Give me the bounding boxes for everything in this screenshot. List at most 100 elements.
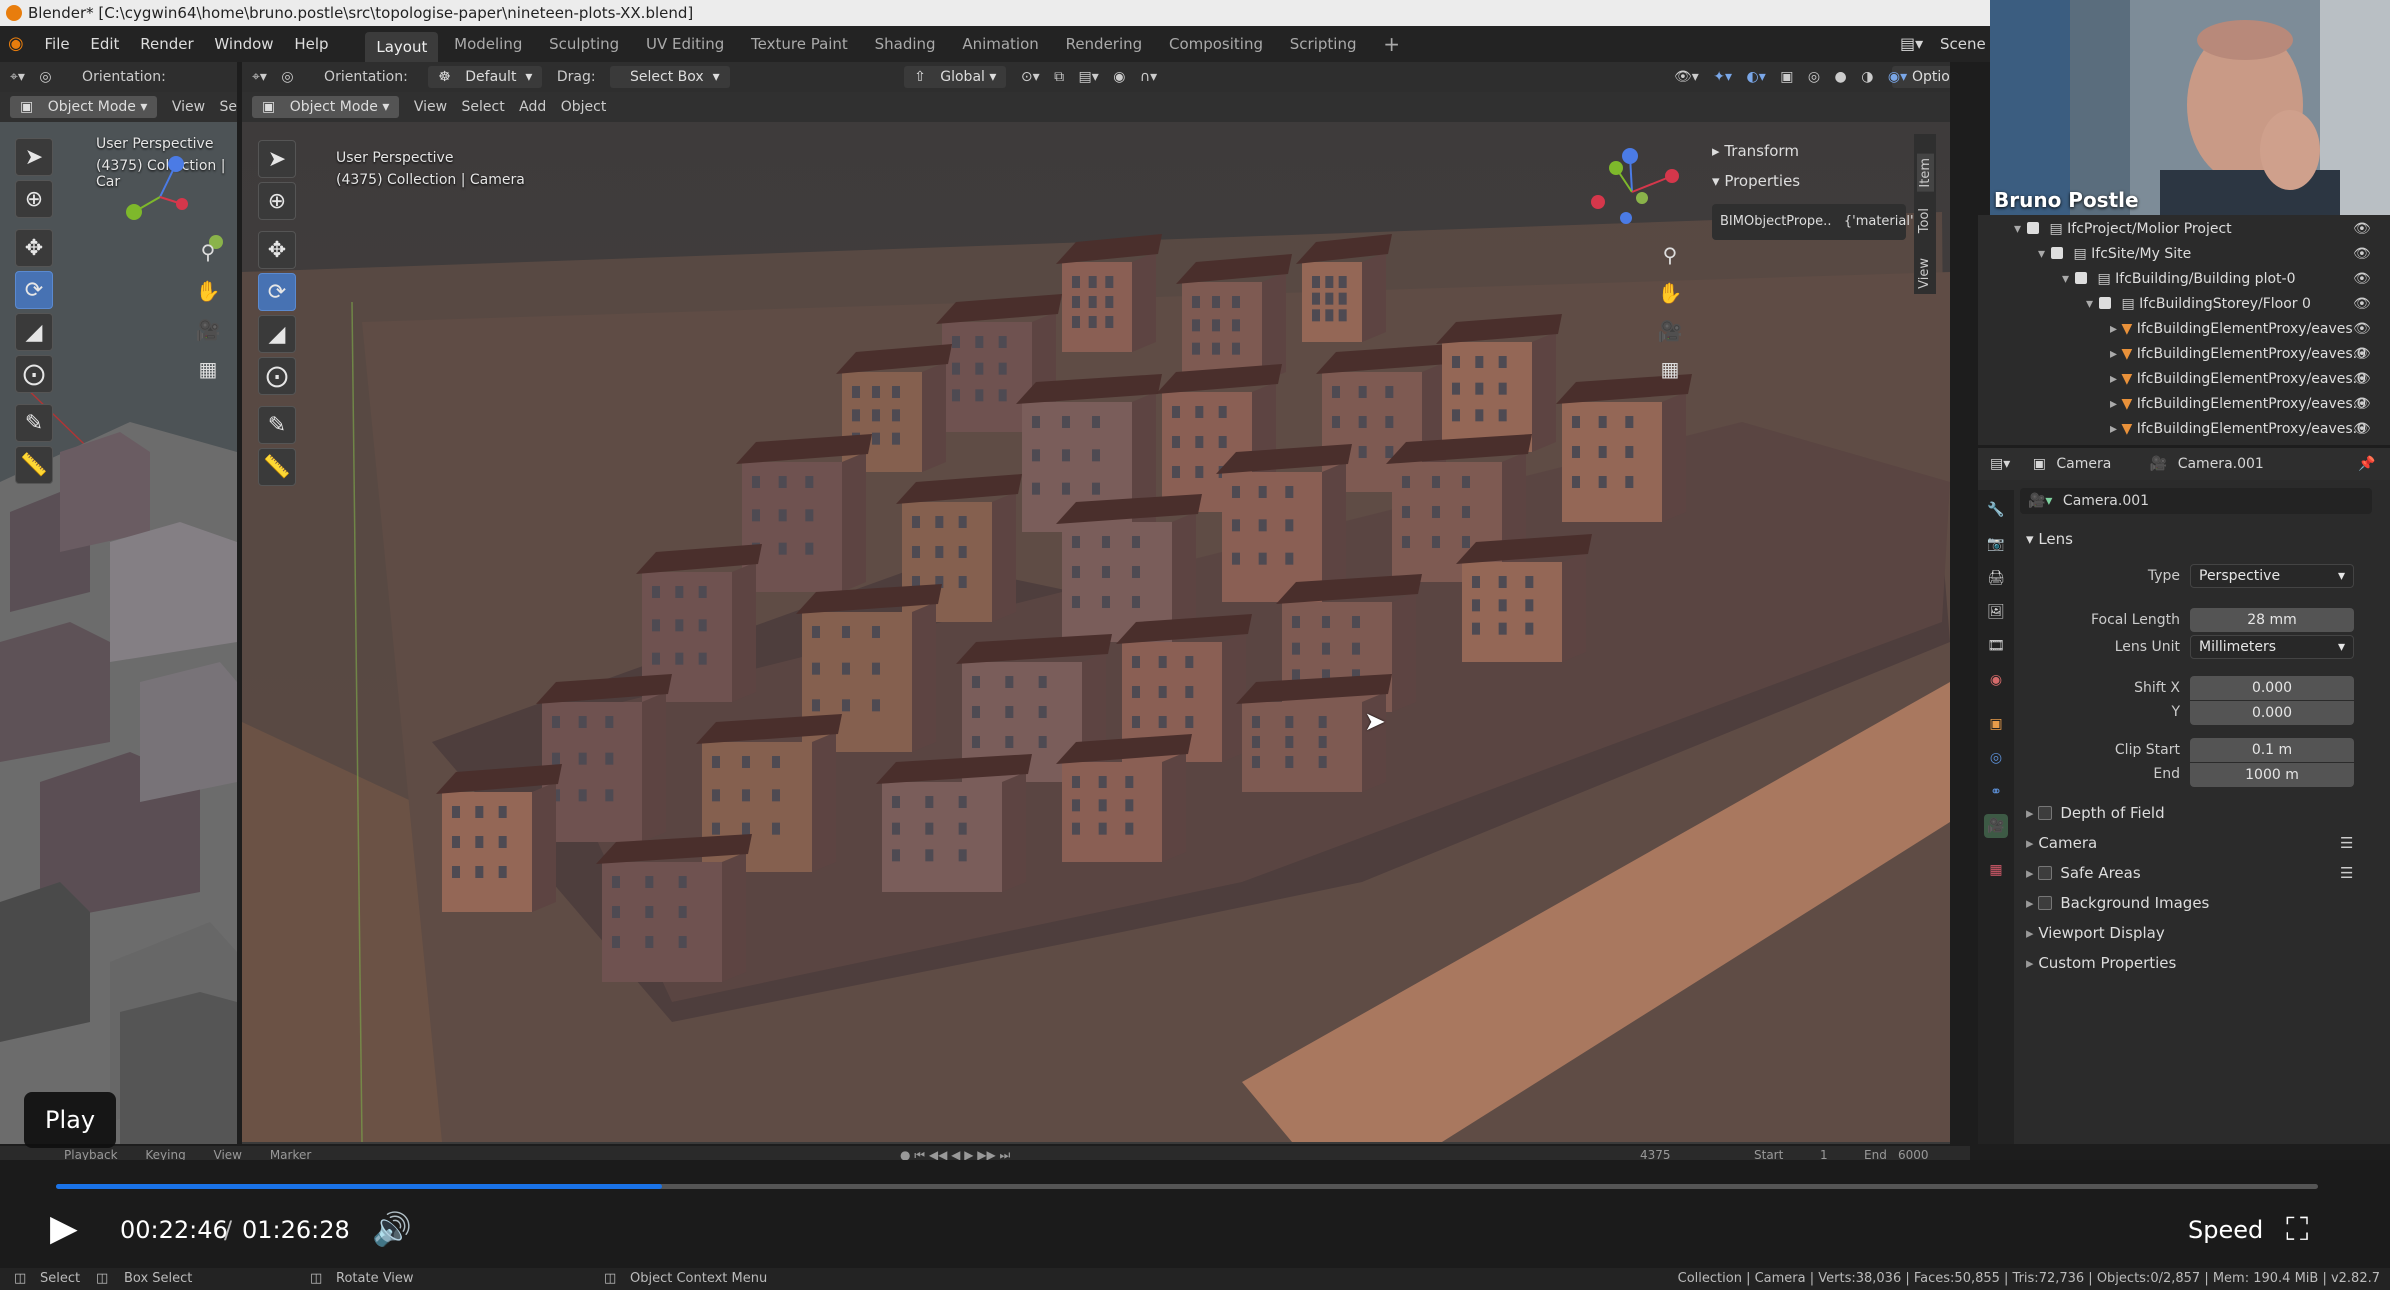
property-section-header[interactable]: ▸ Depth of Field [2026,804,2386,822]
measure-tool[interactable]: 📏 [258,448,296,486]
snap-icon[interactable]: ⧉ [1054,62,1064,92]
expand-arrow-icon[interactable]: ▸ [2110,421,2117,437]
visibility-eye-icon[interactable]: 👁 [2353,342,2371,366]
physics-tab-icon[interactable]: ◎ [1984,746,2008,770]
menu-file[interactable]: File [37,26,78,62]
expand-arrow-icon[interactable]: ▸ [2110,396,2117,412]
camera-datablock-field[interactable]: 🎥▾ Camera.001 [2020,488,2372,514]
outliner-row[interactable]: ▸ ▼ IfcBuildingElementProxy/eaves.0 👁 [1978,392,2390,416]
visibility-eye-icon[interactable]: 👁 [2353,392,2371,416]
view-layer-tab-icon[interactable]: 🖼 [1984,600,2008,624]
proportional-edit-icon[interactable]: ◉ [1113,62,1125,92]
scale-tool[interactable]: ◢ [258,315,296,353]
left-scale-tool[interactable]: ◢ [15,313,53,351]
workspace-tab-modeling[interactable]: Modeling [443,26,533,62]
camera-view-icon[interactable]: 🎥 [1655,316,1685,346]
section-enable-checkbox[interactable] [2038,896,2053,910]
outliner-row[interactable]: ▸ ▼ IfcBuildingElementProxy/eaves.0 👁 [1978,342,2390,366]
sidebar-tab-tool[interactable]: Tool [1917,208,1932,233]
visibility-eye-icon[interactable]: 👁 [2353,242,2371,266]
expand-arrow-icon[interactable]: ▾ [2062,271,2069,287]
render-tab-icon[interactable]: 📷 [1984,532,2008,556]
workspace-tab-rendering[interactable]: Rendering [1055,26,1154,62]
expand-arrow-icon[interactable]: ▸ [2110,321,2117,337]
add-menu[interactable]: Add [519,92,546,122]
zoom-icon[interactable]: ⚲ [1655,240,1685,270]
outliner-row[interactable]: ▾ ▤ IfcBuilding/Building plot-0 👁 [1978,267,2390,291]
scene-name[interactable]: Scene [1940,26,1986,62]
left-mode-dropdown[interactable]: ▣ Object Mode ▾ [10,96,158,118]
orientation-dropdown[interactable]: ☸ Default ▾ [428,66,543,88]
expand-arrow-icon[interactable]: ▾ [2038,246,2045,262]
select-box-tool[interactable]: ➤ [258,140,296,178]
bim-object-property-row[interactable]: BIMObjectPrope.. {'material': .. [1712,204,1930,240]
expand-arrow-icon[interactable]: ▾ [2086,296,2093,312]
shift-y-field[interactable]: 0.000 [2190,701,2354,725]
transform-panel-header[interactable]: ▸ Transform [1712,142,1799,160]
video-progress-track[interactable] [56,1184,2318,1189]
property-section-header[interactable]: ▸ Custom Properties [2026,954,2386,972]
select-menu[interactable]: Select [462,92,505,122]
left-grid-view-icon[interactable]: ▦ [193,354,223,384]
drag-dropdown[interactable]: Select Box ▾ [610,66,730,88]
outliner-row[interactable]: ▾ ▤ IfcSite/My Site 👁 [1978,242,2390,266]
menu-render[interactable]: Render [132,26,201,62]
workspace-tab-compositing[interactable]: Compositing [1158,26,1274,62]
property-section-header[interactable]: ▸ Safe Areas ☰ [2026,864,2386,882]
left-select-box-tool[interactable]: ➤ [15,138,53,176]
output-tab-icon[interactable]: 🖨 [1984,566,2008,590]
ortho-grid-icon[interactable]: ▦ [1655,354,1685,384]
lens-unit-dropdown[interactable]: Millimeters ▾ [2190,635,2354,659]
left-gizmo-icon[interactable]: ◎ [39,62,51,92]
tool-tab-icon[interactable]: 🔧 [1984,498,2008,522]
left-annotate-tool[interactable]: ✎ [15,404,53,442]
property-section-header[interactable]: ▸ Camera ☰ [2026,834,2386,852]
visibility-eye-icon[interactable]: 👁 [2353,367,2371,391]
visibility-eye-icon[interactable]: 👁 [2353,417,2371,441]
properties-panel-header[interactable]: ▾ Properties [1712,172,1800,190]
scene-selector-icon[interactable]: ▤▾ [1900,26,1923,62]
blender-menu-icon[interactable]: ◉ [0,26,32,62]
expand-arrow-icon[interactable]: ▾ [2014,221,2021,237]
volume-icon[interactable]: 🔊 [372,1210,412,1248]
annotate-tool[interactable]: ✎ [258,406,296,444]
sidebar-tab-view[interactable]: View [1917,258,1932,289]
lens-section-header[interactable]: ▾ Lens [2026,530,2073,548]
shift-x-field[interactable]: 0.000 [2190,676,2354,700]
play-button-icon[interactable]: ▶ [50,1208,78,1249]
workspace-tab-sculpting[interactable]: Sculpting [538,26,630,62]
visibility-eye-icon[interactable]: 👁 [2353,267,2371,291]
menu-help[interactable]: Help [286,26,336,62]
object-tab-icon[interactable]: ▣ [1984,712,2008,736]
outliner-row[interactable]: ▸ ▼ IfcBuildingElementProxy/eaves.0 👁 [1978,367,2390,391]
left-transform-tool[interactable]: ⨀ [15,355,53,393]
expand-arrow-icon[interactable]: ▸ [2110,346,2117,362]
property-section-header[interactable]: ▸ Background Images [2026,894,2386,912]
workspace-tab-animation[interactable]: Animation [951,26,1049,62]
visibility-eye-icon[interactable]: 👁 [2353,217,2371,241]
menu-edit[interactable]: Edit [82,26,127,62]
left-rotate-tool[interactable]: ⟳ [15,271,53,309]
camera-data-tab-icon[interactable]: 🎥 [1984,814,2008,838]
preset-list-icon[interactable]: ☰ [2340,834,2353,852]
left-pan-hand-icon[interactable]: ✋ [193,276,223,306]
visibility-eye-icon[interactable]: 👁 [2353,292,2371,316]
workspace-tab-scripting[interactable]: Scripting [1279,26,1368,62]
object-menu[interactable]: Object [561,92,607,122]
cursor-tool[interactable]: ⊕ [258,182,296,220]
gizmo-toggle-icon[interactable]: ◎ [281,62,293,92]
left-transform-pivot-icon[interactable]: ⌖▾ [10,62,25,92]
falloff-icon[interactable]: ∩▾ [1140,62,1157,92]
left-zoom-icon[interactable]: ⚲ [193,237,223,267]
scene-tab-icon[interactable]: 🎞 [1984,634,2008,658]
navigation-gizmo[interactable] [1582,142,1682,242]
left-camera-view-icon[interactable]: 🎥 [193,315,223,345]
outliner-row[interactable]: ▸ ▼ IfcBuildingElementProxy/eaves 👁 [1978,317,2390,341]
pivot-point-icon[interactable]: ⊙▾ [1021,62,1040,92]
section-enable-checkbox[interactable] [2038,866,2053,880]
transform-tool[interactable]: ⨀ [258,357,296,395]
workspace-tab-uv-editing[interactable]: UV Editing [635,26,735,62]
workspace-tab-texture-paint[interactable]: Texture Paint [740,26,859,62]
left-view-menu[interactable]: View [172,92,205,122]
clip-end-field[interactable]: 1000 m [2190,763,2354,787]
